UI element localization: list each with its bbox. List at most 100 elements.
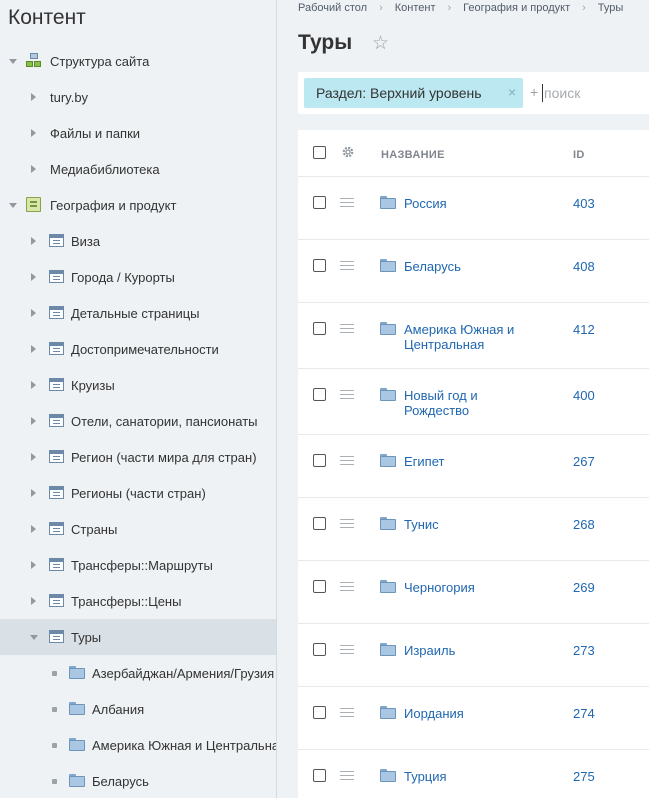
row-checkbox[interactable] [313,259,326,272]
sidebar-item[interactable]: tury.by [0,79,276,115]
sidebar-item[interactable]: Медиабиблиотека [0,151,276,187]
chevron-right-icon[interactable] [31,129,36,137]
chevron-down-icon[interactable] [9,59,17,64]
row-checkbox[interactable] [313,322,326,335]
row-name-link[interactable]: Тунис [404,517,544,532]
chevron-right-icon[interactable] [31,525,36,533]
sidebar-item[interactable]: Регион (части мира для стран) [0,439,276,475]
select-all-checkbox[interactable] [313,146,326,159]
chevron-right-icon[interactable] [31,237,36,245]
sidebar-item[interactable]: Детальные страницы [0,295,276,331]
breadcrumb-item-desktop[interactable]: Рабочий стол [298,2,367,14]
row-id-link[interactable]: 400 [573,388,595,403]
filter-chip-section[interactable]: Раздел: Верхний уровень × [304,78,523,108]
row-checkbox[interactable] [313,706,326,719]
chevron-right-icon[interactable] [31,309,36,317]
table-row[interactable]: Египет 267 [298,435,649,498]
gear-icon[interactable] [341,145,355,159]
add-filter-plus-icon[interactable]: + [530,84,538,100]
row-id-link[interactable]: 273 [573,643,595,658]
row-checkbox[interactable] [313,580,326,593]
drag-handle-icon[interactable] [340,771,354,780]
drag-handle-icon[interactable] [340,519,354,528]
row-name-link[interactable]: Америка Южная и Центральная [404,322,544,352]
row-name-link[interactable]: Беларусь [404,259,544,274]
row-checkbox[interactable] [313,769,326,782]
row-name-link[interactable]: Новый год и Рождество [404,388,544,418]
sidebar-item[interactable]: География и продукт [0,187,276,223]
sidebar-item[interactable]: Азербайджан/Армения/Грузия [0,655,276,691]
drag-handle-icon[interactable] [340,390,354,399]
breadcrumb-item-geography[interactable]: География и продукт [463,2,570,14]
breadcrumb-item-tours[interactable]: Туры [598,2,624,14]
chevron-right-icon[interactable] [31,345,36,353]
table-row[interactable]: Черногория 269 [298,561,649,624]
table-row[interactable]: Тунис 268 [298,498,649,561]
sidebar-item[interactable]: Америка Южная и Центральная [0,727,276,763]
sidebar-item[interactable]: Виза [0,223,276,259]
chevron-down-icon[interactable] [9,203,17,208]
row-name-link[interactable]: Турция [404,769,544,784]
row-checkbox[interactable] [313,454,326,467]
row-id-link[interactable]: 275 [573,769,595,784]
row-id-link[interactable]: 267 [573,454,595,469]
column-header-id[interactable]: ID [573,149,585,161]
chip-close-icon[interactable]: × [508,84,516,100]
row-checkbox[interactable] [313,643,326,656]
table-row[interactable]: Турция 275 [298,750,649,798]
search-input[interactable] [542,84,649,102]
chevron-right-icon[interactable] [31,93,36,101]
table-row[interactable]: Беларусь 408 [298,240,649,303]
row-name-link[interactable]: Иордания [404,706,544,721]
row-checkbox[interactable] [313,196,326,209]
chevron-right-icon[interactable] [31,381,36,389]
table-row[interactable]: Россия 403 [298,177,649,240]
chevron-right-icon[interactable] [31,165,36,173]
chevron-right-icon[interactable] [31,273,36,281]
chevron-right-icon[interactable] [31,417,36,425]
sidebar-item[interactable]: Отели, санатории, пансионаты [0,403,276,439]
chevron-right-icon[interactable] [31,489,36,497]
sidebar-item[interactable]: Круизы [0,367,276,403]
chevron-right-icon[interactable] [31,597,36,605]
drag-handle-icon[interactable] [340,708,354,717]
drag-handle-icon[interactable] [340,456,354,465]
filter-search-bar[interactable]: Раздел: Верхний уровень × + [298,72,649,114]
sidebar-item[interactable]: Албания [0,691,276,727]
sidebar-item[interactable]: Трансферы::Маршруты [0,547,276,583]
row-id-link[interactable]: 269 [573,580,595,595]
drag-handle-icon[interactable] [340,645,354,654]
drag-handle-icon[interactable] [340,198,354,207]
table-row[interactable]: Америка Южная и Центральная 412 [298,303,649,369]
row-name-link[interactable]: Россия [404,196,544,211]
row-checkbox[interactable] [313,517,326,530]
row-name-link[interactable]: Египет [404,454,544,469]
drag-handle-icon[interactable] [340,324,354,333]
sidebar-item[interactable]: Файлы и папки [0,115,276,151]
row-id-link[interactable]: 274 [573,706,595,721]
drag-handle-icon[interactable] [340,261,354,270]
chevron-down-icon[interactable] [30,635,38,640]
favorite-star-icon[interactable]: ☆ [372,34,389,54]
row-id-link[interactable]: 268 [573,517,595,532]
sidebar-item[interactable]: Туры [0,619,276,655]
sidebar-item[interactable]: Трансферы::Цены [0,583,276,619]
row-name-link[interactable]: Израиль [404,643,544,658]
breadcrumb-item-content[interactable]: Контент [395,2,436,14]
chevron-right-icon[interactable] [31,561,36,569]
sidebar-item[interactable]: Страны [0,511,276,547]
table-row[interactable]: Израиль 273 [298,624,649,687]
column-header-name[interactable]: НАЗВАНИЕ [381,149,445,161]
table-row[interactable]: Иордания 274 [298,687,649,750]
sidebar-item[interactable]: Беларусь [0,763,276,798]
sidebar-item[interactable]: Достопримечательности [0,331,276,367]
row-checkbox[interactable] [313,388,326,401]
sidebar-item[interactable]: Структура сайта [0,43,276,79]
row-id-link[interactable]: 403 [573,196,595,211]
row-name-link[interactable]: Черногория [404,580,544,595]
sidebar-item[interactable]: Регионы (части стран) [0,475,276,511]
row-id-link[interactable]: 408 [573,259,595,274]
chevron-right-icon[interactable] [31,453,36,461]
table-row[interactable]: Новый год и Рождество 400 [298,369,649,435]
drag-handle-icon[interactable] [340,582,354,591]
